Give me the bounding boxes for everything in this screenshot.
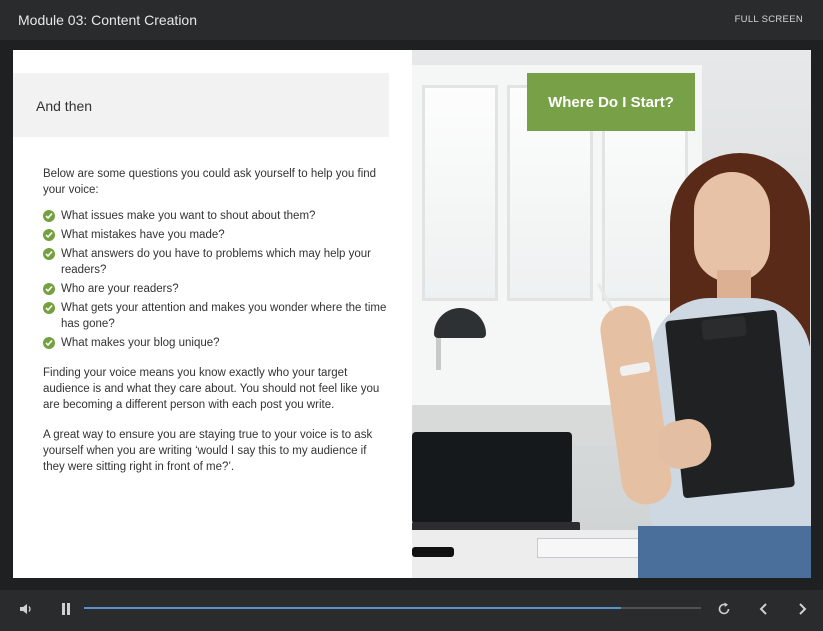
check-icon xyxy=(43,302,55,314)
slide-heading: And then xyxy=(36,98,93,114)
progress-fill xyxy=(84,607,621,609)
volume-icon[interactable] xyxy=(18,601,34,617)
list-item: What makes your blog unique? xyxy=(43,335,389,351)
list-item: What gets your attention and makes you w… xyxy=(43,300,389,332)
laptop-screen xyxy=(412,432,572,524)
question-text: What answers do you have to problems whi… xyxy=(61,248,372,276)
slide-canvas: And then Below are some questions you co… xyxy=(13,50,811,578)
list-item: What answers do you have to problems whi… xyxy=(43,246,389,278)
intro-text: Below are some questions you could ask y… xyxy=(43,168,377,196)
check-icon xyxy=(43,229,55,241)
progress-bar[interactable] xyxy=(84,607,701,609)
text-panel: And then Below are some questions you co… xyxy=(13,50,412,578)
window-pane xyxy=(422,85,498,301)
player-controls xyxy=(0,590,823,631)
pause-icon[interactable] xyxy=(60,601,72,617)
chevron-right-icon[interactable] xyxy=(795,601,809,617)
phone xyxy=(412,547,454,557)
list-item: What mistakes have you made? xyxy=(43,227,389,243)
check-icon xyxy=(43,337,55,349)
notebook xyxy=(537,538,639,558)
question-text: What issues make you want to shout about… xyxy=(61,210,316,222)
replay-icon[interactable] xyxy=(716,601,732,617)
module-title: Module 03: Content Creation xyxy=(18,12,197,28)
person-jeans xyxy=(638,526,811,578)
person-face xyxy=(694,172,770,282)
heading-box: And then xyxy=(13,73,389,137)
question-list: What issues make you want to shout about… xyxy=(43,208,389,351)
check-icon xyxy=(43,283,55,295)
top-bar: Module 03: Content Creation FULL SCREEN xyxy=(0,0,823,40)
question-text: What mistakes have you made? xyxy=(61,229,225,241)
clipboard xyxy=(665,309,795,499)
callout-where-do-i-start: Where Do I Start? xyxy=(527,73,695,131)
fullscreen-button[interactable]: FULL SCREEN xyxy=(735,14,803,25)
check-icon xyxy=(43,248,55,260)
chevron-left-icon[interactable] xyxy=(757,601,771,617)
check-icon xyxy=(43,210,55,222)
list-item: What issues make you want to shout about… xyxy=(43,208,389,224)
list-item: Who are your readers? xyxy=(43,281,389,297)
question-text: What gets your attention and makes you w… xyxy=(61,302,387,330)
paragraph-voice: Finding your voice means you know exactl… xyxy=(43,367,380,411)
question-text: Who are your readers? xyxy=(61,283,179,295)
slide-photo: Where Do I Start? xyxy=(412,50,811,578)
question-text: What makes your blog unique? xyxy=(61,337,220,349)
slide-content: Below are some questions you could ask y… xyxy=(43,166,389,475)
paragraph-tip: A great way to ensure you are staying tr… xyxy=(43,429,373,473)
